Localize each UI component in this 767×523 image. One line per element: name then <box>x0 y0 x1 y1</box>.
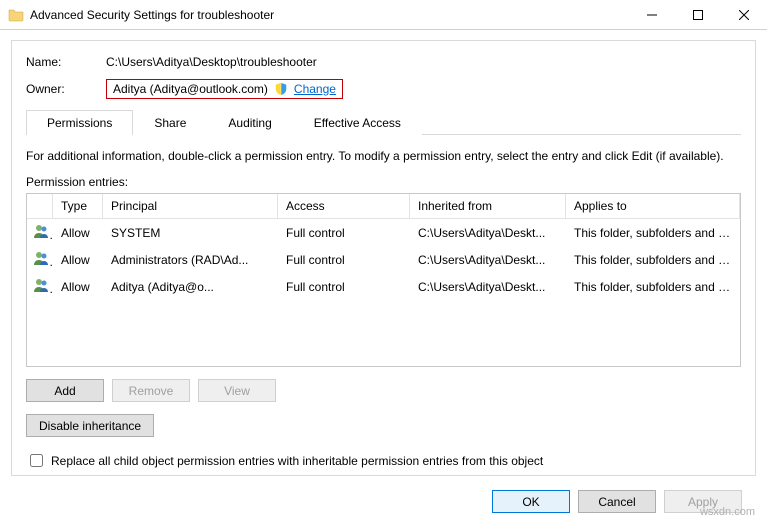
tab-share[interactable]: Share <box>133 110 207 135</box>
row-access: Full control <box>278 279 410 295</box>
row-access: Full control <box>278 225 410 241</box>
name-value: C:\Users\Aditya\Desktop\troubleshooter <box>106 55 317 69</box>
col-principal[interactable]: Principal <box>103 194 278 218</box>
permission-entries-grid[interactable]: Type Principal Access Inherited from App… <box>26 193 741 367</box>
entry-buttons: Add Remove View <box>26 379 741 402</box>
row-principal: Administrators (RAD\Ad... <box>103 252 278 268</box>
name-label: Name: <box>26 55 106 69</box>
row-applies: This folder, subfolders and files <box>566 252 740 268</box>
owner-row: Owner: Aditya (Aditya@outlook.com) Chang… <box>26 79 741 99</box>
row-applies: This folder, subfolders and files <box>566 279 740 295</box>
owner-value: Aditya (Aditya@outlook.com) <box>113 82 268 96</box>
row-applies: This folder, subfolders and files <box>566 225 740 241</box>
table-row[interactable]: AllowSYSTEMFull controlC:\Users\Aditya\D… <box>27 219 740 246</box>
add-button[interactable]: Add <box>26 379 104 402</box>
titlebar: Advanced Security Settings for troublesh… <box>0 0 767 30</box>
replace-children-label: Replace all child object permission entr… <box>51 454 543 468</box>
replace-children-checkbox[interactable] <box>30 454 43 467</box>
entries-label: Permission entries: <box>26 175 741 189</box>
replace-children-row: Replace all child object permission entr… <box>26 451 741 470</box>
dialog-footer: OK Cancel Apply <box>11 484 756 513</box>
principal-icon <box>27 276 53 297</box>
view-button: View <box>198 379 276 402</box>
row-inherited: C:\Users\Aditya\Deskt... <box>410 279 566 295</box>
change-owner-link[interactable]: Change <box>294 82 336 96</box>
table-row[interactable]: AllowAdministrators (RAD\Ad...Full contr… <box>27 246 740 273</box>
folder-icon <box>8 7 24 23</box>
row-type: Allow <box>53 252 103 268</box>
watermark: wsxdn.com <box>700 506 755 518</box>
grid-header: Type Principal Access Inherited from App… <box>27 194 740 219</box>
row-principal: SYSTEM <box>103 225 278 241</box>
col-type[interactable]: Type <box>53 194 103 218</box>
row-access: Full control <box>278 252 410 268</box>
disable-inheritance-button[interactable]: Disable inheritance <box>26 414 154 437</box>
window-title: Advanced Security Settings for troublesh… <box>30 8 629 22</box>
owner-label: Owner: <box>26 82 106 96</box>
inheritance-row: Disable inheritance <box>26 414 741 437</box>
owner-highlight: Aditya (Aditya@outlook.com) Change <box>106 79 343 99</box>
ok-button[interactable]: OK <box>492 490 570 513</box>
principal-icon <box>27 249 53 270</box>
row-type: Allow <box>53 279 103 295</box>
tab-auditing[interactable]: Auditing <box>207 110 292 135</box>
close-button[interactable] <box>721 0 767 30</box>
tab-permissions[interactable]: Permissions <box>26 110 133 135</box>
col-applies[interactable]: Applies to <box>566 194 740 218</box>
row-principal: Aditya (Aditya@o... <box>103 279 278 295</box>
info-text: For additional information, double-click… <box>26 149 741 163</box>
name-row: Name: C:\Users\Aditya\Desktop\troublesho… <box>26 55 741 69</box>
row-type: Allow <box>53 225 103 241</box>
remove-button: Remove <box>112 379 190 402</box>
row-inherited: C:\Users\Aditya\Deskt... <box>410 225 566 241</box>
principal-icon <box>27 222 53 243</box>
minimize-button[interactable] <box>629 0 675 30</box>
tab-bar: Permissions Share Auditing Effective Acc… <box>26 109 741 135</box>
maximize-button[interactable] <box>675 0 721 30</box>
table-row[interactable]: AllowAditya (Aditya@o...Full controlC:\U… <box>27 273 740 300</box>
row-inherited: C:\Users\Aditya\Deskt... <box>410 252 566 268</box>
uac-shield-icon <box>274 82 288 96</box>
col-inherited[interactable]: Inherited from <box>410 194 566 218</box>
col-access[interactable]: Access <box>278 194 410 218</box>
cancel-button[interactable]: Cancel <box>578 490 656 513</box>
tab-effective-access[interactable]: Effective Access <box>293 110 422 135</box>
